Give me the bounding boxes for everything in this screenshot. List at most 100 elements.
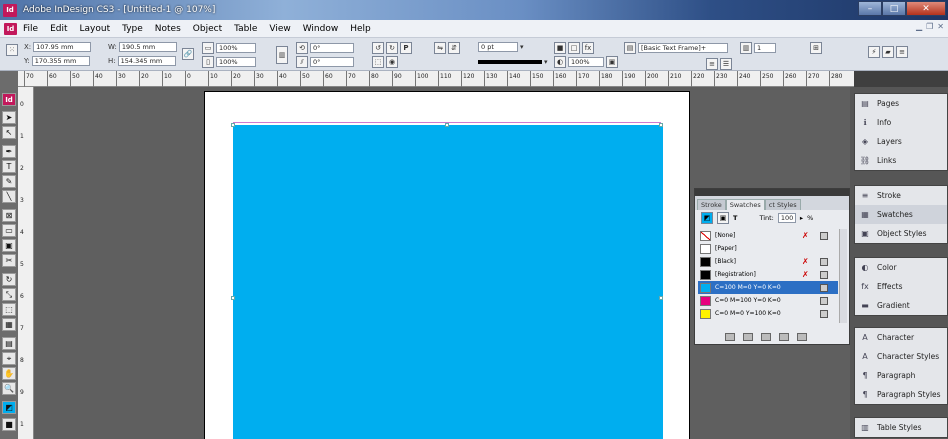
rotate-cw-icon[interactable]: ↻ — [386, 42, 398, 54]
dock-item-object-styles[interactable]: ▣ Object Styles — [855, 224, 947, 243]
rectangle-frame-tool-icon[interactable]: ⊠ — [2, 209, 16, 222]
tint-dropdown-icon[interactable]: ▸ — [800, 214, 803, 222]
delete-swatch-icon[interactable] — [797, 333, 807, 341]
panel-menu-icon[interactable]: ≡ — [896, 46, 908, 58]
formatting-container-icon[interactable]: ▣ — [717, 212, 729, 224]
link-scale-icon[interactable]: ▥ — [276, 46, 288, 64]
align-icon[interactable]: ☰ — [720, 58, 732, 70]
line-tool-icon[interactable]: ╲ — [2, 190, 16, 203]
menu-window[interactable]: Window — [297, 24, 345, 34]
swatch-row[interactable]: [None] ✗ — [698, 229, 838, 242]
swatch-row[interactable]: [Paper] — [698, 242, 838, 255]
tint-field[interactable]: 100 — [777, 213, 796, 223]
constrain-proportions-icon[interactable]: 🔗 — [182, 48, 194, 60]
frame-handle-middle-right[interactable] — [659, 296, 663, 300]
swatch-row[interactable]: C=100 M=0 Y=0 K=0 — [698, 281, 838, 294]
rectangle-tool-icon[interactable]: ▭ — [2, 224, 16, 237]
free-transform-tool-icon[interactable]: ⬚ — [2, 303, 16, 316]
x-position-field[interactable]: 107.95 mm — [33, 42, 92, 52]
dock-item-character[interactable]: A Character — [855, 328, 947, 347]
object-style-dropdown[interactable]: [Basic Text Frame]+ — [638, 43, 728, 53]
rotation-field[interactable]: 0° — [310, 43, 354, 53]
flip-vertical-icon[interactable]: ⇵ — [448, 42, 460, 54]
dock-item-paragraph[interactable]: ¶ Paragraph — [855, 366, 947, 385]
pen-tool-icon[interactable]: ✒ — [2, 145, 16, 158]
menu-edit[interactable]: Edit — [44, 24, 73, 34]
dock-item-table-styles[interactable]: ▥ Table Styles — [855, 418, 947, 437]
rotate-tool-icon[interactable]: ↻ — [2, 273, 16, 286]
shear-field[interactable]: 0° — [310, 57, 354, 67]
doc-minimize-icon[interactable]: ▁ — [916, 22, 922, 31]
fill-stroke-icon[interactable]: ◩ — [2, 401, 16, 414]
show-all-swatches-icon[interactable] — [725, 333, 735, 341]
dock-item-gradient[interactable]: ▬ Gradient — [855, 296, 947, 315]
type-tool-icon[interactable]: T — [2, 160, 16, 173]
height-field[interactable]: 154.345 mm — [117, 56, 176, 66]
show-gradient-swatches-icon[interactable] — [761, 333, 771, 341]
dock-item-effects[interactable]: fx Effects — [855, 277, 947, 296]
reference-point-icon[interactable]: ⁙ — [6, 44, 18, 56]
show-color-swatches-icon[interactable] — [743, 333, 753, 341]
fill-icon[interactable]: ■ — [554, 42, 566, 54]
dock-item-stroke[interactable]: ≡ Stroke — [855, 186, 947, 205]
indesign-logo-icon[interactable]: Id — [2, 93, 16, 106]
dock-item-pages[interactable]: ▤ Pages — [855, 94, 947, 113]
drop-shadow-icon[interactable]: ▣ — [606, 56, 618, 68]
tab-swatches[interactable]: Swatches — [725, 199, 765, 210]
dock-item-color[interactable]: ◐ Color — [855, 258, 947, 277]
cyan-rectangle-frame[interactable] — [233, 125, 663, 439]
menu-table[interactable]: Table — [228, 24, 263, 34]
document-icon[interactable]: Id — [4, 22, 17, 35]
doc-restore-icon[interactable]: ❐ — [926, 22, 933, 31]
swatch-row[interactable]: [Registration] ✗ — [698, 268, 838, 281]
dock-item-swatches[interactable]: ▦ Swatches — [855, 205, 947, 224]
width-field[interactable]: 190.5 mm — [118, 42, 177, 52]
scale-tool-icon[interactable]: ⤡ — [2, 288, 16, 301]
menu-type[interactable]: Type — [116, 24, 149, 34]
stroke-weight-dropdown-icon[interactable]: ▾ — [520, 43, 524, 51]
doc-close-icon[interactable]: ✕ — [937, 22, 944, 31]
dock-item-paragraph-styles[interactable]: ¶ Paragraph Styles — [855, 385, 947, 404]
swatch-scrollbar[interactable] — [839, 229, 847, 323]
vertical-ruler[interactable]: 0 1 2 3 4 5 6 7 8 9 1 — [18, 87, 34, 439]
effects-fx-icon[interactable]: fx — [582, 42, 594, 54]
direct-selection-tool-icon[interactable]: ↖ — [2, 126, 16, 139]
lightning-icon[interactable]: ⚡ — [868, 46, 880, 58]
text-wrap-icon[interactable]: ≡ — [706, 58, 718, 70]
swatch-row[interactable]: C=0 M=0 Y=100 K=0 — [698, 307, 838, 320]
flip-horizontal-icon[interactable]: ⇋ — [434, 42, 446, 54]
zoom-tool-icon[interactable]: 🔍 — [2, 382, 16, 395]
scale-y-field[interactable]: 100% — [216, 57, 256, 67]
frame-handle-middle-left[interactable] — [231, 296, 235, 300]
note-tool-icon[interactable]: ▤ — [2, 337, 16, 350]
frame-handle-top-center[interactable] — [445, 123, 449, 127]
stroke-weight-field[interactable]: 0 pt — [478, 42, 518, 52]
fill-stroke-swatch-icon[interactable]: ◩ — [701, 212, 713, 224]
bridge-icon[interactable]: ▰ — [882, 46, 894, 58]
y-position-field[interactable]: 170.355 mm — [31, 56, 90, 66]
minimize-button[interactable]: – — [858, 1, 882, 16]
button-tool-icon[interactable]: ▣ — [2, 239, 16, 252]
menu-help[interactable]: Help — [344, 24, 377, 34]
tab-stroke[interactable]: Stroke — [697, 199, 726, 210]
scale-x-field[interactable]: 100% — [216, 43, 256, 53]
formatting-text-icon[interactable]: T — [733, 214, 737, 222]
scissors-tool-icon[interactable]: ✂ — [2, 254, 16, 267]
ruler-corner[interactable] — [0, 71, 18, 87]
stroke-icon[interactable]: □ — [568, 42, 580, 54]
pencil-tool-icon[interactable]: ✎ — [2, 175, 16, 188]
columns-field[interactable]: 1 — [754, 43, 776, 53]
dock-item-links[interactable]: ⛓ Links — [855, 151, 947, 170]
stroke-type-dropdown-icon[interactable]: ▾ — [544, 58, 548, 66]
opacity-field[interactable]: 100% — [568, 57, 604, 67]
document-page[interactable] — [204, 91, 690, 439]
swatch-row[interactable]: C=0 M=100 Y=0 K=0 — [698, 294, 838, 307]
panel-drag-bar[interactable] — [695, 189, 849, 196]
frame-fitting-icon[interactable]: ⊞ — [810, 42, 822, 54]
new-swatch-icon[interactable] — [779, 333, 789, 341]
tab-object-styles[interactable]: ct Styles — [764, 199, 801, 210]
maximize-button[interactable]: □ — [882, 1, 906, 16]
frame-handle-top-left[interactable] — [231, 123, 235, 127]
swatch-row[interactable]: [Black] ✗ — [698, 255, 838, 268]
rotate-ccw-icon[interactable]: ↺ — [372, 42, 384, 54]
